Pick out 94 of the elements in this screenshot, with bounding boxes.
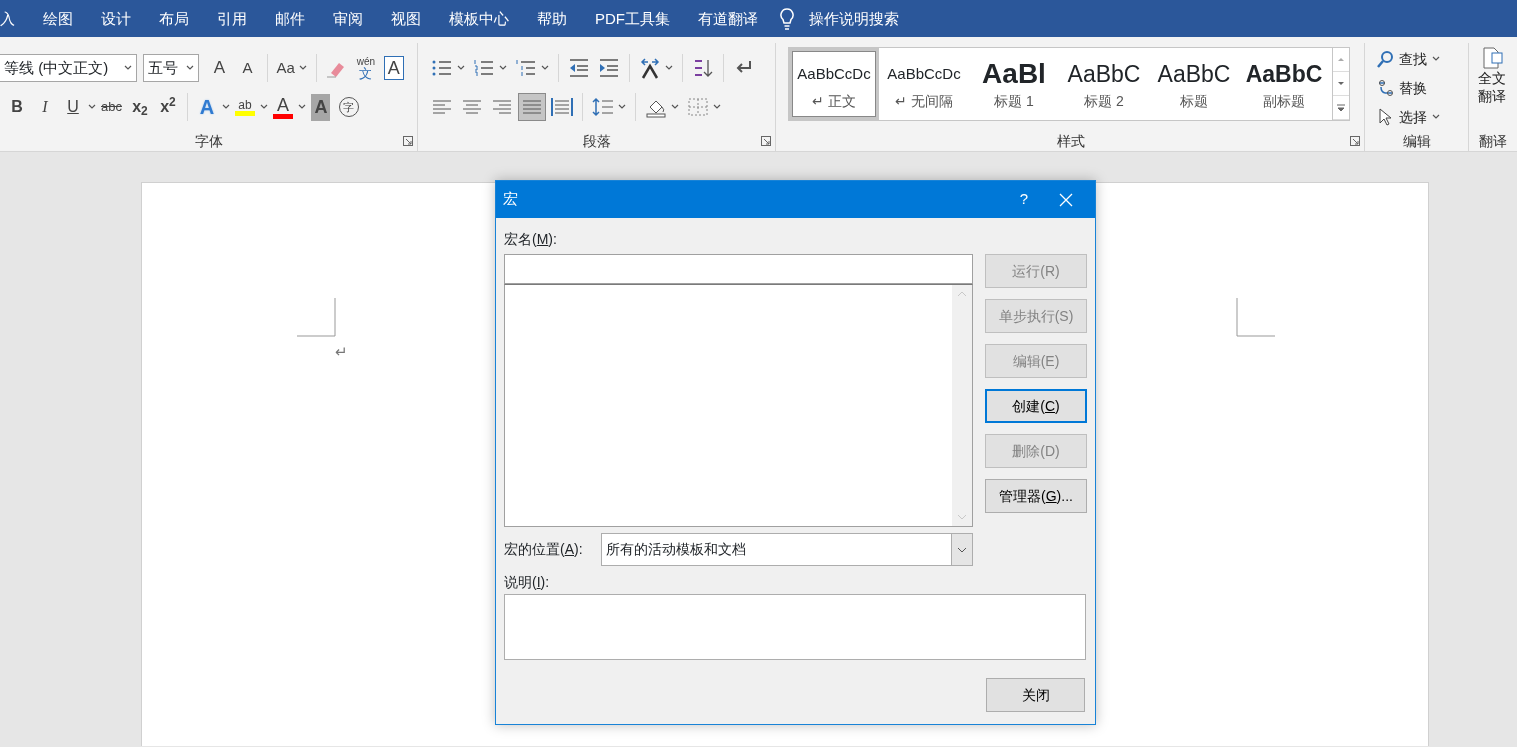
ribbon-tab[interactable]: 引用 bbox=[203, 0, 261, 37]
dropdown-caret-icon[interactable] bbox=[259, 104, 268, 110]
scroll-up-icon bbox=[957, 291, 967, 297]
phonetic-guide-button[interactable]: wén 文 bbox=[352, 54, 379, 82]
italic-button[interactable]: I bbox=[32, 93, 58, 121]
cursor-icon bbox=[1376, 108, 1394, 126]
grow-font-button[interactable]: A bbox=[206, 54, 233, 82]
ribbon-tab[interactable]: 布局 bbox=[145, 0, 203, 37]
ribbon-tab[interactable]: 邮件 bbox=[261, 0, 319, 37]
dropdown-caret-icon[interactable] bbox=[499, 65, 507, 71]
dropdown-caret-icon[interactable] bbox=[88, 104, 96, 110]
shrink-font-button[interactable]: A bbox=[234, 54, 261, 82]
document-icon bbox=[1480, 46, 1504, 70]
lightbulb-icon bbox=[779, 6, 795, 31]
field-label: 说明(I): bbox=[504, 573, 550, 592]
ribbon-tab[interactable]: 有道翻译 bbox=[684, 0, 772, 37]
style-item[interactable]: AaBl 标题 1 bbox=[969, 48, 1059, 120]
style-item[interactable]: AaBbCcDc ↵ 无间隔 bbox=[879, 48, 969, 120]
help-button[interactable]: ? bbox=[1004, 184, 1044, 215]
dialog-button[interactable]: 管理器(G)... bbox=[985, 479, 1087, 513]
text-direction-icon[interactable] bbox=[639, 57, 661, 79]
change-case-button[interactable]: Aa bbox=[273, 54, 310, 82]
line-spacing-icon[interactable] bbox=[592, 96, 614, 118]
decrease-indent-icon[interactable] bbox=[568, 57, 590, 79]
paragraph-mark: ↵ bbox=[335, 342, 348, 362]
translate-document-button[interactable]: 全文 翻译 bbox=[1477, 45, 1507, 106]
group-label: 翻译 bbox=[1479, 132, 1507, 151]
ribbon-tab[interactable]: 入 bbox=[0, 0, 29, 37]
scroll-down-icon[interactable] bbox=[1336, 79, 1346, 88]
field-label: 宏名(M): bbox=[504, 230, 557, 249]
numbered-list-icon[interactable] bbox=[473, 57, 495, 79]
dropdown-caret-icon[interactable] bbox=[124, 65, 132, 71]
font-size-field[interactable]: 五号 bbox=[142, 54, 199, 82]
group-label: 段落 bbox=[582, 132, 611, 151]
editing-command[interactable]: 选择 bbox=[1373, 103, 1443, 131]
editing-command[interactable]: 查找 bbox=[1373, 45, 1443, 73]
dropdown-caret-icon bbox=[957, 546, 967, 553]
style-item[interactable]: AaBbC 副标题 bbox=[1239, 48, 1329, 120]
underline-button[interactable]: U bbox=[60, 93, 86, 121]
scroll-down-icon bbox=[957, 514, 967, 520]
dropdown-caret-icon[interactable] bbox=[671, 104, 679, 110]
font-name-field[interactable]: 等线 (中文正文) bbox=[0, 54, 137, 82]
dropdown-caret-icon[interactable] bbox=[1432, 56, 1440, 62]
search-icon bbox=[1376, 50, 1394, 68]
dropdown-caret-icon[interactable] bbox=[298, 65, 307, 71]
subscript-button[interactable]: x$_{2}$ bbox=[126, 93, 153, 121]
multilevel-list-icon[interactable] bbox=[515, 57, 537, 79]
dropdown-caret-icon[interactable] bbox=[185, 65, 194, 71]
group-label: 样式 bbox=[1057, 132, 1085, 151]
group-label: 编辑 bbox=[1402, 132, 1431, 151]
dialog-launcher-icon[interactable] bbox=[403, 136, 413, 146]
dialog-launcher-icon[interactable] bbox=[1350, 136, 1360, 146]
ribbon-tab[interactable]: 审阅 bbox=[319, 0, 377, 37]
increase-indent-icon[interactable] bbox=[598, 57, 620, 79]
style-item[interactable]: AaBbCcDc ↵ 正文 bbox=[789, 48, 879, 120]
text-effects-button[interactable]: A bbox=[193, 93, 220, 121]
more-styles-icon[interactable] bbox=[1336, 103, 1346, 112]
dropdown-caret-icon[interactable] bbox=[618, 104, 626, 110]
dropdown-caret-icon[interactable] bbox=[457, 65, 465, 71]
dropdown-caret-icon[interactable] bbox=[221, 104, 230, 110]
window-title: 宏 bbox=[503, 189, 518, 210]
group-label: 字体 bbox=[194, 132, 223, 151]
margin-corner-mark bbox=[297, 298, 336, 337]
ribbon-tab[interactable]: 模板中心 bbox=[435, 0, 523, 37]
ribbon-tab[interactable]: 绘图 bbox=[29, 0, 87, 37]
ribbon-tab[interactable]: PDF工具集 bbox=[581, 0, 684, 37]
dropdown-caret-icon[interactable] bbox=[541, 65, 549, 71]
sort-icon[interactable] bbox=[692, 57, 714, 79]
margin-corner-mark bbox=[1236, 298, 1275, 337]
editing-command[interactable]: 替换 bbox=[1373, 74, 1430, 102]
dialog-button[interactable]: 创建(C) bbox=[985, 389, 1087, 423]
dropdown-caret-icon[interactable] bbox=[665, 65, 673, 71]
style-item[interactable]: AaBbC 标题 2 bbox=[1059, 48, 1149, 120]
dropdown-caret-icon[interactable] bbox=[297, 104, 306, 110]
close-icon bbox=[1059, 192, 1073, 207]
ribbon-tab[interactable]: 视图 bbox=[377, 0, 435, 37]
search-field[interactable]: 操作说明搜索 bbox=[795, 0, 913, 37]
field-label: 宏的位置(A): bbox=[504, 540, 584, 559]
font-color-button[interactable]: A bbox=[269, 93, 296, 121]
location-dropdown[interactable]: 所有的活动模板和文档 bbox=[601, 533, 973, 566]
strikethrough-button[interactable]: abc bbox=[98, 93, 125, 121]
close-dialog-button[interactable]: 关闭 bbox=[986, 678, 1085, 712]
style-item[interactable]: AaBbC 标题 bbox=[1149, 48, 1239, 120]
highlight-button[interactable]: ab bbox=[231, 93, 258, 121]
distributed-icon bbox=[551, 96, 573, 118]
dialog-launcher-icon[interactable] bbox=[761, 136, 771, 146]
superscript-button[interactable]: x$^{2}$ bbox=[154, 93, 181, 121]
macro-name-field[interactable] bbox=[504, 254, 973, 284]
dropdown-caret-icon[interactable] bbox=[713, 104, 721, 110]
bold-button[interactable]: B bbox=[4, 93, 30, 121]
ribbon-tab[interactable]: 帮助 bbox=[523, 0, 581, 37]
replace-icon bbox=[1376, 79, 1394, 97]
ribbon-tab[interactable]: 设计 bbox=[87, 0, 145, 37]
dropdown-caret-icon[interactable] bbox=[1432, 114, 1440, 120]
